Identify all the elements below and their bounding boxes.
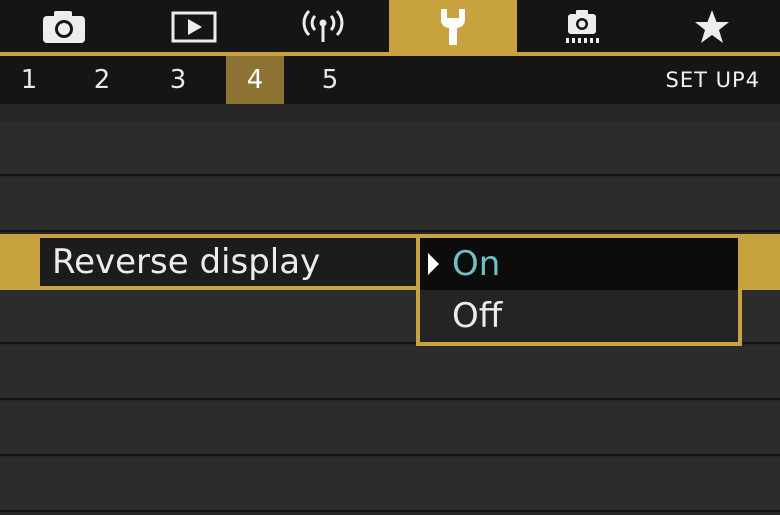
subtab-1[interactable]: 1 <box>0 56 58 104</box>
subtab-label: 4 <box>246 65 264 95</box>
option-on[interactable]: On <box>420 238 738 290</box>
subtab-5[interactable]: 5 <box>301 56 359 104</box>
subtab-label: 5 <box>321 65 339 95</box>
tab-playback[interactable] <box>130 0 258 54</box>
subtab-3[interactable]: 3 <box>149 56 207 104</box>
subtab-4[interactable]: 4 <box>226 56 284 104</box>
playback-icon <box>171 11 217 43</box>
selection-arrow-icon <box>428 253 439 275</box>
menu-row-empty <box>0 458 780 512</box>
subtab-label: 3 <box>169 65 187 95</box>
tab-my-menu[interactable] <box>648 0 776 54</box>
option-label: Off <box>452 296 503 336</box>
wrench-icon <box>441 9 465 45</box>
subtab-label: 2 <box>93 65 111 95</box>
menu-row-empty <box>0 178 780 232</box>
menu-page-label: SET UP4 <box>665 68 760 92</box>
menu-item-label: Reverse display <box>52 242 321 282</box>
option-list: On Off <box>416 236 742 346</box>
wireless-icon <box>302 9 344 42</box>
tab-setup[interactable] <box>389 0 517 54</box>
menu-row-empty <box>0 346 780 400</box>
tab-custom-functions[interactable] <box>518 0 646 54</box>
camera-icon <box>43 11 85 43</box>
menu-tab-bar <box>0 0 780 55</box>
page-number-bar: 1 2 3 4 5 SET UP4 <box>0 56 780 104</box>
subtab-2[interactable]: 2 <box>73 56 131 104</box>
option-off[interactable]: Off <box>420 290 738 342</box>
subtab-label: 1 <box>20 65 38 95</box>
tab-wireless[interactable] <box>259 0 387 54</box>
tab-shooting[interactable] <box>0 0 128 54</box>
star-icon <box>695 10 729 43</box>
menu-row-empty <box>0 122 780 176</box>
option-label: On <box>452 244 501 284</box>
custom-functions-icon <box>566 10 599 43</box>
camera-menu-screen: 1 2 3 4 5 SET UP4 Reverse display On Off <box>0 0 780 515</box>
menu-row-empty <box>0 402 780 456</box>
